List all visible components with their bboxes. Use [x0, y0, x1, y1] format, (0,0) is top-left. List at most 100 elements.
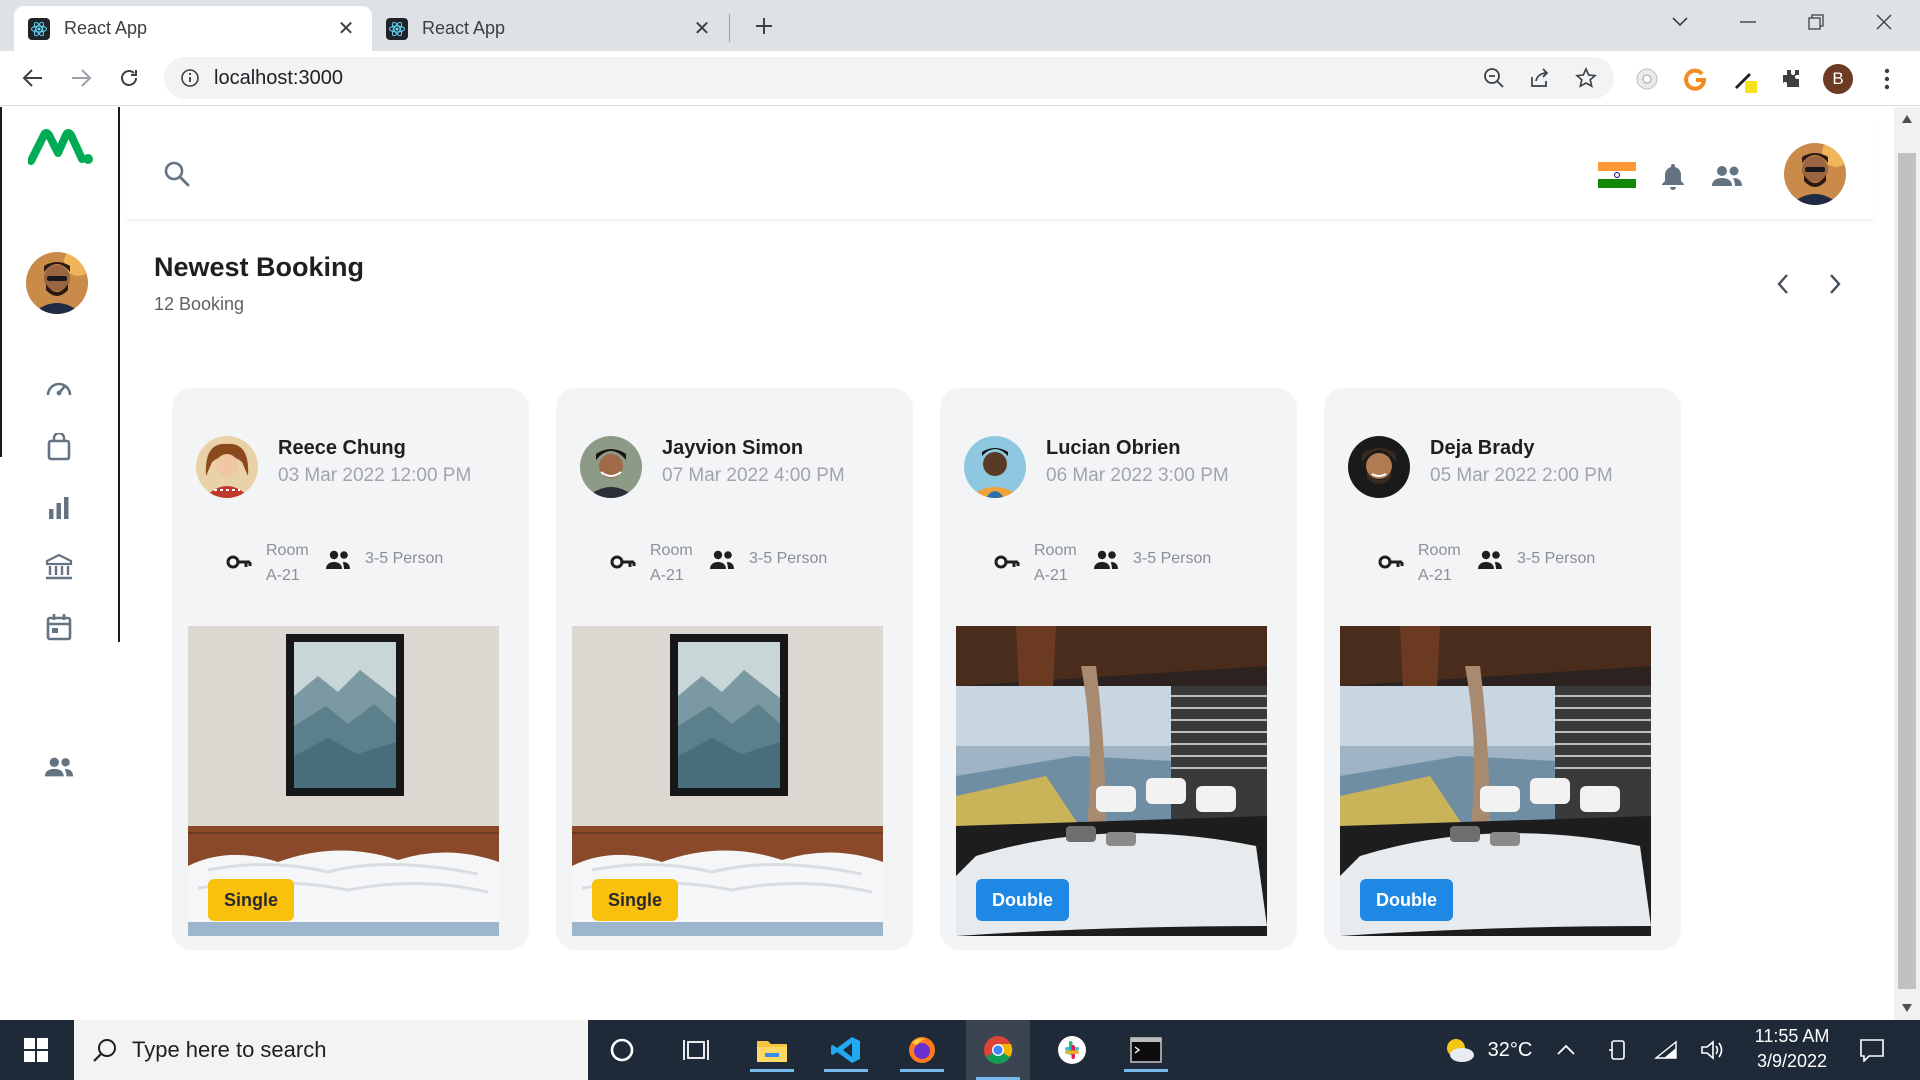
folder-icon	[757, 1041, 787, 1062]
system-clock[interactable]: 11:55 AM 3/9/2022	[1742, 1024, 1842, 1076]
chrome-button[interactable]	[966, 1020, 1030, 1080]
extension-circle-icon[interactable]	[1632, 64, 1662, 94]
tab-close-icon[interactable]: ✕	[334, 17, 358, 41]
booking-date: 06 Mar 2022 3:00 PM	[1046, 465, 1229, 486]
browser-toolbar: localhost:3000 B	[0, 51, 1920, 106]
room-info: Room A-21	[1418, 538, 1461, 588]
task-view-button[interactable]	[666, 1028, 726, 1072]
chevron-right-icon	[1830, 274, 1841, 294]
cortana-button[interactable]	[592, 1028, 652, 1072]
restore-button[interactable]	[1788, 0, 1844, 44]
tab-close-icon[interactable]: ✕	[690, 17, 714, 41]
dashboard-gauge-icon[interactable]	[44, 372, 74, 402]
extensions-puzzle-icon[interactable]	[1776, 64, 1806, 94]
booking-card[interactable]: Lucian Obrien 06 Mar 2022 3:00 PM Room A-…	[940, 388, 1297, 950]
action-center-button[interactable]	[1842, 1028, 1902, 1072]
guest-name: Lucian Obrien	[1046, 437, 1181, 459]
shopping-bag-icon[interactable]	[44, 432, 74, 462]
carousel-next-button[interactable]	[1818, 267, 1852, 301]
firefox-button[interactable]	[892, 1028, 952, 1072]
tab-search-button[interactable]	[1652, 0, 1708, 44]
calendar-icon[interactable]	[44, 612, 74, 642]
language-flag-india-icon[interactable]	[1598, 162, 1636, 189]
chevron-left-icon	[1777, 274, 1788, 294]
tab-separator	[729, 14, 730, 42]
slack-button[interactable]	[1042, 1028, 1102, 1072]
back-button[interactable]	[16, 61, 50, 95]
arrow-right-icon	[72, 69, 92, 87]
new-tab-button[interactable]	[748, 10, 780, 42]
booking-card[interactable]: Deja Brady 05 Mar 2022 2:00 PM Room A-21 …	[1324, 388, 1681, 950]
taskbar-search-box[interactable]: Type here to search	[74, 1020, 588, 1080]
chevron-down-icon	[1672, 17, 1688, 27]
capacity-text: 3-5 Person	[365, 550, 444, 567]
file-explorer-button[interactable]	[742, 1028, 802, 1072]
notification-bell-icon[interactable]	[1656, 159, 1690, 193]
browser-tabstrip: React App ✕ React App ✕	[0, 0, 1920, 51]
account-avatar[interactable]	[1784, 143, 1846, 205]
minimize-button[interactable]	[1720, 0, 1776, 44]
active-app-indicator	[750, 1069, 794, 1072]
scrollbar-thumb[interactable]	[1898, 153, 1916, 989]
terminal-button[interactable]	[1116, 1028, 1176, 1072]
scroll-up-icon	[1902, 115, 1912, 123]
zoom-icon[interactable]	[1482, 66, 1506, 90]
wifi-icon	[1654, 1040, 1677, 1059]
guest-avatar	[964, 436, 1026, 498]
app-viewport: Newest Booking 12 Booking Reece Chung 03…	[0, 107, 1894, 1020]
profile-avatar[interactable]: B	[1823, 64, 1853, 94]
volume-tray-icon[interactable]	[1682, 1028, 1742, 1072]
page-scrollbar[interactable]	[1894, 107, 1920, 1020]
active-app-indicator	[1124, 1069, 1168, 1072]
booking-card[interactable]: Jayvion Simon 07 Mar 2022 4:00 PM Room A-…	[556, 388, 913, 950]
booking-card[interactable]: Reece Chung 03 Mar 2022 12:00 PM Room A-2…	[172, 388, 529, 950]
room-type-badge: Single	[592, 879, 679, 921]
firefox-icon	[909, 1037, 935, 1063]
browser-tab-2[interactable]: React App ✕	[372, 6, 728, 51]
share-icon[interactable]	[1528, 66, 1552, 90]
vscode-button[interactable]	[816, 1028, 876, 1072]
booking-count: 12 Booking	[154, 294, 245, 314]
analytics-chart-icon[interactable]	[44, 492, 74, 522]
grammarly-g-icon[interactable]	[1680, 64, 1710, 94]
brand-logo[interactable]	[27, 127, 94, 167]
booking-date: 07 Mar 2022 4:00 PM	[662, 465, 845, 486]
room-info: Room A-21	[650, 538, 693, 588]
room-id: A-21	[266, 567, 300, 584]
clock-time: 11:55 AM	[1754, 1026, 1830, 1046]
contacts-people-icon[interactable]	[1710, 159, 1744, 193]
close-window-button[interactable]	[1856, 0, 1912, 44]
address-bar[interactable]: localhost:3000	[164, 57, 1614, 99]
guest-avatar	[580, 436, 642, 498]
sidebar-user-avatar[interactable]	[26, 252, 88, 314]
arrow-left-icon	[22, 69, 42, 87]
search-icon[interactable]	[160, 157, 194, 191]
browser-tab-1[interactable]: React App ✕	[14, 6, 372, 51]
carousel-prev-button[interactable]	[1766, 267, 1800, 301]
show-hidden-icons-button[interactable]	[1536, 1028, 1596, 1072]
sidebar	[0, 107, 120, 1020]
forward-button[interactable]	[64, 61, 98, 95]
slack-icon	[1058, 1036, 1086, 1064]
browser-menu-icon[interactable]	[1872, 64, 1902, 94]
windows-start-button[interactable]	[6, 1028, 66, 1072]
info-icon[interactable]	[178, 66, 202, 90]
chevron-up-icon	[1557, 1044, 1575, 1055]
reload-button[interactable]	[112, 61, 146, 95]
bookmark-star-icon[interactable]	[1574, 66, 1598, 90]
guest-name: Reece Chung	[278, 437, 406, 459]
plus-icon	[756, 18, 772, 34]
vscode-icon	[831, 1037, 860, 1063]
room-label: Room	[1418, 542, 1461, 559]
room-label: Room	[266, 542, 309, 559]
weather-widget[interactable]: 32°C	[1428, 1028, 1548, 1072]
room-id: A-21	[1418, 567, 1452, 584]
taskbar-search-placeholder: Type here to search	[132, 1037, 327, 1062]
room-type-badge: Double	[1360, 879, 1453, 921]
users-group-icon[interactable]	[44, 752, 74, 782]
color-picker-extension-icon[interactable]	[1730, 64, 1760, 94]
url-text: localhost:3000	[214, 66, 343, 89]
react-favicon-icon	[386, 17, 408, 40]
banking-icon[interactable]	[44, 552, 74, 582]
capacity-text: 3-5 Person	[1517, 550, 1596, 567]
